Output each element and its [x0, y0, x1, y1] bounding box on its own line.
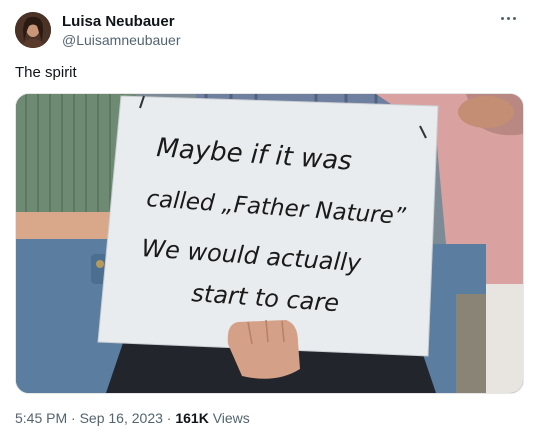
tweet-date[interactable]: Sep 16, 2023: [80, 410, 163, 426]
dot-icon: [512, 16, 516, 20]
tweet-text: The spirit: [15, 64, 77, 81]
tweet-time[interactable]: 5:45 PM: [15, 410, 67, 426]
dot-icon: [506, 16, 510, 20]
separator: ·: [67, 410, 80, 426]
photo-image: Maybe if it was called „Father Nature” W…: [16, 94, 523, 393]
dot-icon: [500, 16, 504, 20]
views-count: 161K: [175, 410, 209, 426]
author-handle[interactable]: @Luisamneubauer: [62, 32, 181, 48]
tweet-photo[interactable]: Maybe if it was called „Father Nature” W…: [15, 93, 524, 394]
more-options-button[interactable]: [496, 10, 520, 26]
avatar[interactable]: [15, 12, 51, 48]
separator: ·: [162, 410, 176, 426]
profile-photo-icon: [15, 12, 51, 48]
author-name[interactable]: Luisa Neubauer: [62, 13, 175, 30]
tweet-meta: 5:45 PM · Sep 16, 2023 · 161K Views: [15, 410, 250, 426]
views-label: Views: [208, 410, 250, 426]
